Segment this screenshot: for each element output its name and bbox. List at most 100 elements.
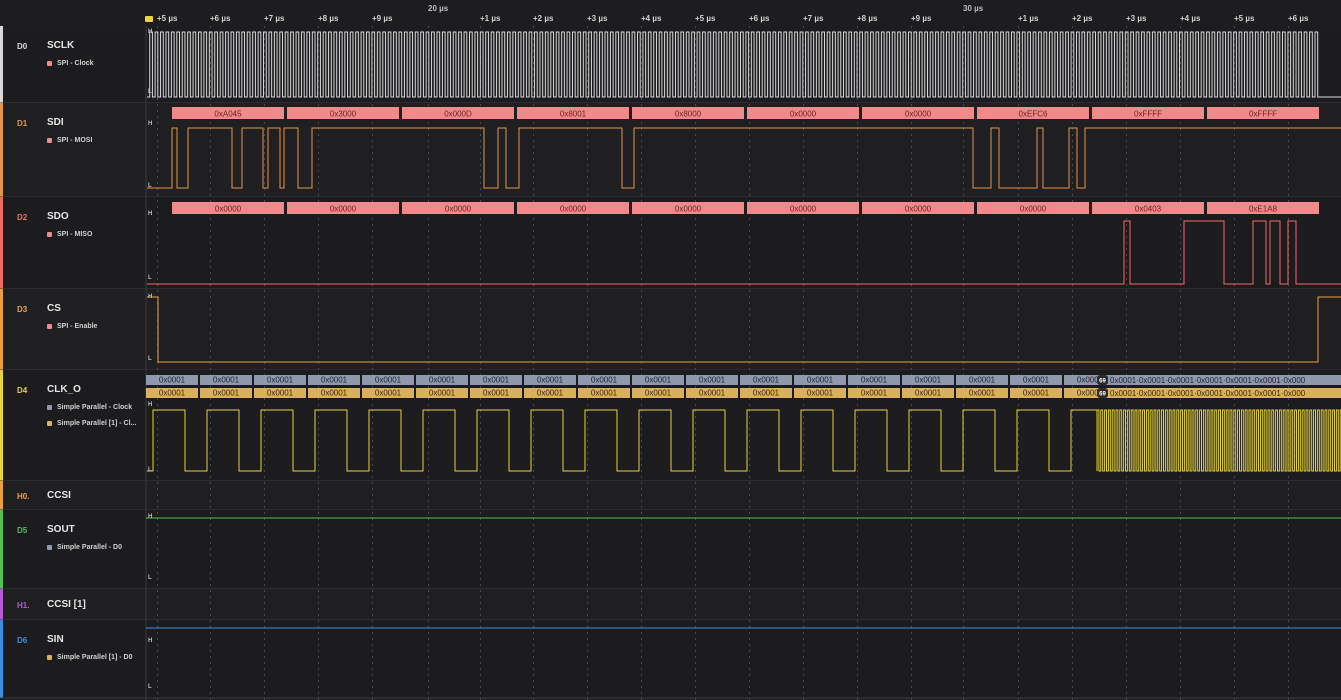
channel-id: D6: [17, 636, 28, 645]
channel-name: CS: [47, 303, 61, 314]
analyzer-color-swatch: [47, 324, 52, 329]
parallel1-frame-value: 0x0001: [645, 389, 672, 398]
miso-frame-value: 0x0000: [790, 205, 817, 214]
channel-row-background: [0, 589, 1341, 620]
mosi-frame-value: 0x0000: [905, 110, 932, 119]
channel-id: D1: [17, 119, 28, 128]
analyzer-label[interactable]: SPI - MOSI: [47, 137, 92, 144]
channel-id: D2: [17, 213, 28, 222]
channel-name: CCSI: [47, 489, 71, 501]
parallel1-frame-value: 0x0001: [321, 389, 348, 398]
analyzer-name: Simple Parallel - D0: [57, 544, 122, 551]
mosi-frame-value: 0x3000: [330, 110, 357, 119]
channel-id: D4: [17, 386, 28, 395]
level-low-marker: L: [148, 89, 152, 95]
parallel-clock-frame-value: 0x0001: [321, 376, 348, 385]
analyzer-label[interactable]: Simple Parallel - Clock: [47, 404, 132, 411]
channel-name: SIN: [47, 634, 64, 645]
miso-frame-value: 0x0000: [445, 205, 472, 214]
parallel1-frame-value: 0x0001: [375, 389, 402, 398]
parallel1-frame-value: 0x0001: [267, 389, 294, 398]
parallel-clock-frame-value: 0x0001: [1023, 376, 1050, 385]
level-low-marker: L: [148, 575, 152, 581]
miso-frame-value: 0x0000: [560, 205, 587, 214]
parallel-clock-frame-value: 0x0001: [159, 376, 186, 385]
analyzer-name: Simple Parallel - Clock: [57, 404, 133, 411]
miso-frame-value: 0x0000: [330, 205, 357, 214]
channel-row-background: [0, 481, 1341, 510]
parallel-clock-frame-value: 0x0001: [537, 376, 564, 385]
analyzer-label[interactable]: Simple Parallel [1] - D0: [47, 654, 132, 661]
analyzer-label[interactable]: Simple Parallel [1] - Cl...: [47, 420, 136, 427]
miso-frame-value: 0x0000: [1020, 205, 1047, 214]
parallel1-frame-value: 0x0001: [429, 389, 456, 398]
channel-label-sclk[interactable]: D0 SCLK SPI - Clock H L: [0, 26, 152, 103]
level-low-marker: L: [148, 684, 152, 690]
overflow-frame-values: 0x0001·0x0001·0x0001·0x0001·0x0001·0x000…: [1110, 389, 1306, 398]
parallel1-frame-value: 0x0001: [699, 389, 726, 398]
parallel-clock-frame-value: 0x0001: [861, 376, 888, 385]
miso-frame-value: 0x0000: [675, 205, 702, 214]
parallel1-frame-value: 0x0001: [915, 389, 942, 398]
analyzer-label[interactable]: SPI - Enable: [47, 323, 97, 330]
parallel-clock-frame-value: 0x0001: [267, 376, 294, 385]
mosi-frame-value: 0x0000: [790, 110, 817, 119]
mosi-frame-value: 0x8001: [560, 110, 587, 119]
analyzer-color-swatch: [47, 138, 52, 143]
analyzer-label[interactable]: Simple Parallel - D0: [47, 544, 122, 551]
channel-name: SDO: [47, 211, 69, 222]
channel-label-sdi[interactable]: D1 SDI SPI - MOSI H L: [0, 103, 152, 197]
miso-frame-value: 0x0403: [1135, 205, 1162, 214]
analyzer-color-swatch: [47, 61, 52, 66]
channel-id: D3: [17, 305, 28, 314]
analyzer-color-swatch: [47, 232, 52, 237]
parallel1-frame-value: 0x0001: [807, 389, 834, 398]
analyzer-label[interactable]: SPI - Clock: [47, 60, 94, 67]
parallel-clock-frame-value: 0x0001: [699, 376, 726, 385]
analyzer-name: SPI - Enable: [57, 323, 98, 330]
parallel1-frame-value: 0x0001: [753, 389, 780, 398]
analyzer-name: Simple Parallel [1] - D0: [57, 654, 133, 661]
channel-label-sin[interactable]: D6 SIN Simple Parallel [1] - D0 H L: [0, 620, 152, 698]
channel-label-ccsi-1[interactable]: H1. CCSI [1]: [0, 589, 146, 620]
mosi-frame-value: 0x000D: [444, 110, 472, 119]
parallel1-frame-value: 0x0001: [591, 389, 618, 398]
channel-label-sout[interactable]: D5 SOUT Simple Parallel - D0 H L: [0, 510, 152, 589]
level-high-marker: H: [148, 402, 153, 408]
channel-row-background: [0, 620, 1341, 698]
channel-label-ccsi[interactable]: H0. CCSI: [0, 481, 146, 510]
logic-analyzer-window: +5 µs +6 µs +7 µs +8 µs +9 µs +1 µs +2 µs +3 µs…: [0, 0, 1341, 700]
mosi-frame-value: 0xEFC6: [1019, 110, 1048, 119]
mosi-frame-value: 0xA045: [214, 110, 242, 119]
channel-label-clk-o[interactable]: D4 CLK_O Simple Parallel - Clock Simple Par…: [0, 370, 152, 481]
level-high-marker: H: [148, 514, 153, 520]
analyzer-label[interactable]: SPI - MISO: [47, 231, 92, 238]
channel-id: D5: [17, 526, 28, 535]
parallel-clock-frame-value: 0x0001: [213, 376, 240, 385]
miso-frame-value: 0x0000: [905, 205, 932, 214]
parallel-clock-frame-value: 0x0001: [591, 376, 618, 385]
frame-count-badge: 69: [1099, 392, 1106, 398]
parallel1-frame-value: 0x0001: [537, 389, 564, 398]
parallel-clock-frame-value: 0x0001: [429, 376, 456, 385]
channel-label-sdo[interactable]: D2 SDO SPI - MISO H L: [0, 197, 152, 289]
channel-label-cs[interactable]: D3 CS SPI - Enable H L: [0, 289, 152, 370]
level-high-marker: H: [148, 121, 153, 127]
analyzer-name: SPI - MISO: [57, 231, 93, 238]
waveform-area[interactable]: 0xA045 0x3000 0x000D 0x8001 0x8000 0x0000 0x00…: [0, 0, 1341, 700]
parallel-clock-frame-value: 0x0001: [483, 376, 510, 385]
parallel-clock-frame-value: 0x0001: [753, 376, 780, 385]
channel-row-background: [0, 289, 1341, 370]
analyzer-name: SPI - Clock: [57, 60, 94, 67]
mosi-frame-value: 0xFFFF: [1249, 110, 1277, 119]
level-high-marker: H: [148, 638, 153, 644]
channel-id: H0.: [17, 491, 30, 501]
analyzer-color-swatch: [47, 655, 52, 660]
level-high-marker: H: [148, 294, 153, 300]
level-low-marker: L: [148, 356, 152, 362]
analyzer-name: Simple Parallel [1] - Cl...: [57, 420, 137, 427]
level-high-marker: H: [148, 29, 153, 35]
parallel1-frame-value: 0x0001: [483, 389, 510, 398]
parallel-clock-frame-value: 0x0001: [915, 376, 942, 385]
miso-frame-value: 0xE1A8: [1249, 205, 1278, 214]
